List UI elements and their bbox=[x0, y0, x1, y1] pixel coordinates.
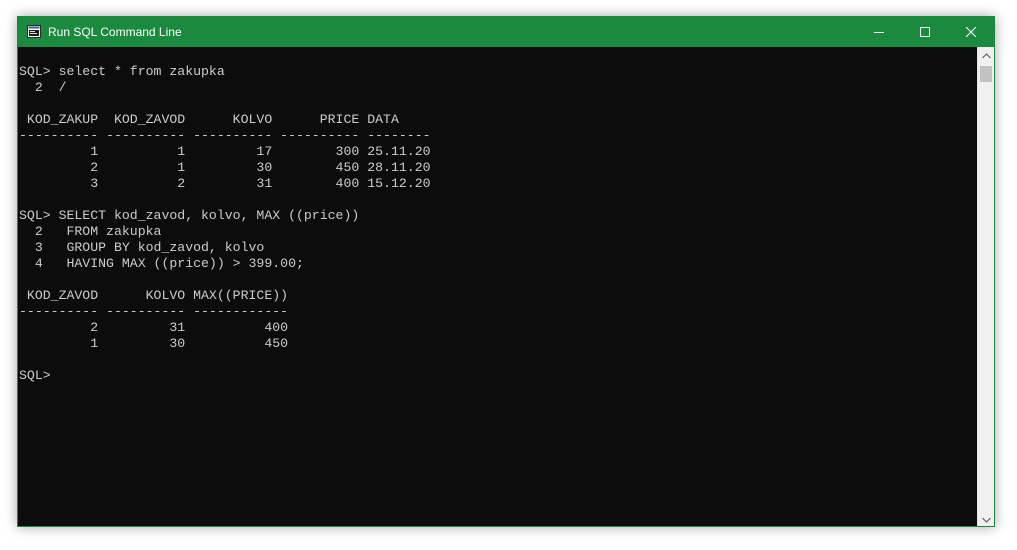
scroll-up-button[interactable] bbox=[978, 47, 994, 64]
console-line: 1 1 17 300 25.11.20 bbox=[19, 144, 431, 159]
scroll-thumb[interactable] bbox=[980, 66, 992, 82]
close-icon bbox=[966, 27, 976, 37]
close-button[interactable] bbox=[948, 17, 994, 47]
console-line: 4 HAVING MAX ((price)) > 399.00; bbox=[19, 256, 304, 271]
console-line: 3 GROUP BY kod_zavod, kolvo bbox=[19, 240, 265, 255]
scroll-up-arrow-icon bbox=[981, 52, 991, 58]
sql-command-line-window: Run SQL Command Line SQL> select * from … bbox=[17, 16, 995, 527]
console-line: SQL> SELECT kod_zavod, kolvo, MAX ((pric… bbox=[19, 208, 360, 223]
console-line: 2 31 400 bbox=[19, 320, 289, 335]
console-prompt-line[interactable]: SQL> bbox=[19, 368, 431, 384]
console-line: 1 30 450 bbox=[19, 336, 289, 351]
console-line: ---------- ---------- ------------ bbox=[19, 304, 289, 319]
console-text: SQL> select * from zakupka 2 / KOD_ZAKUP… bbox=[19, 64, 431, 384]
console-line: 3 2 31 400 15.12.20 bbox=[19, 176, 431, 191]
window-title: Run SQL Command Line bbox=[48, 25, 182, 39]
console-line: 2 1 30 450 28.11.20 bbox=[19, 160, 431, 175]
vertical-scrollbar[interactable] bbox=[977, 47, 994, 526]
console-line: SQL> select * from zakupka bbox=[19, 64, 225, 79]
sql-app-icon bbox=[27, 25, 41, 38]
minimize-icon bbox=[874, 32, 884, 33]
maximize-icon bbox=[920, 27, 930, 37]
console-line: KOD_ZAKUP KOD_ZAVOD KOLVO PRICE DATA bbox=[19, 112, 399, 127]
console-line: ---------- ---------- ---------- -------… bbox=[19, 128, 431, 143]
console-line: KOD_ZAVOD KOLVO MAX((PRICE)) bbox=[19, 288, 289, 303]
minimize-button[interactable] bbox=[856, 17, 902, 47]
scroll-down-button[interactable] bbox=[978, 511, 994, 526]
title-bar[interactable]: Run SQL Command Line bbox=[18, 17, 994, 47]
maximize-button[interactable] bbox=[902, 17, 948, 47]
console-line: 2 FROM zakupka bbox=[19, 224, 162, 239]
console-output-area[interactable]: SQL> select * from zakupka 2 / KOD_ZAKUP… bbox=[18, 47, 978, 526]
console-line: 2 / bbox=[19, 80, 67, 95]
scroll-down-arrow-icon bbox=[981, 517, 991, 523]
